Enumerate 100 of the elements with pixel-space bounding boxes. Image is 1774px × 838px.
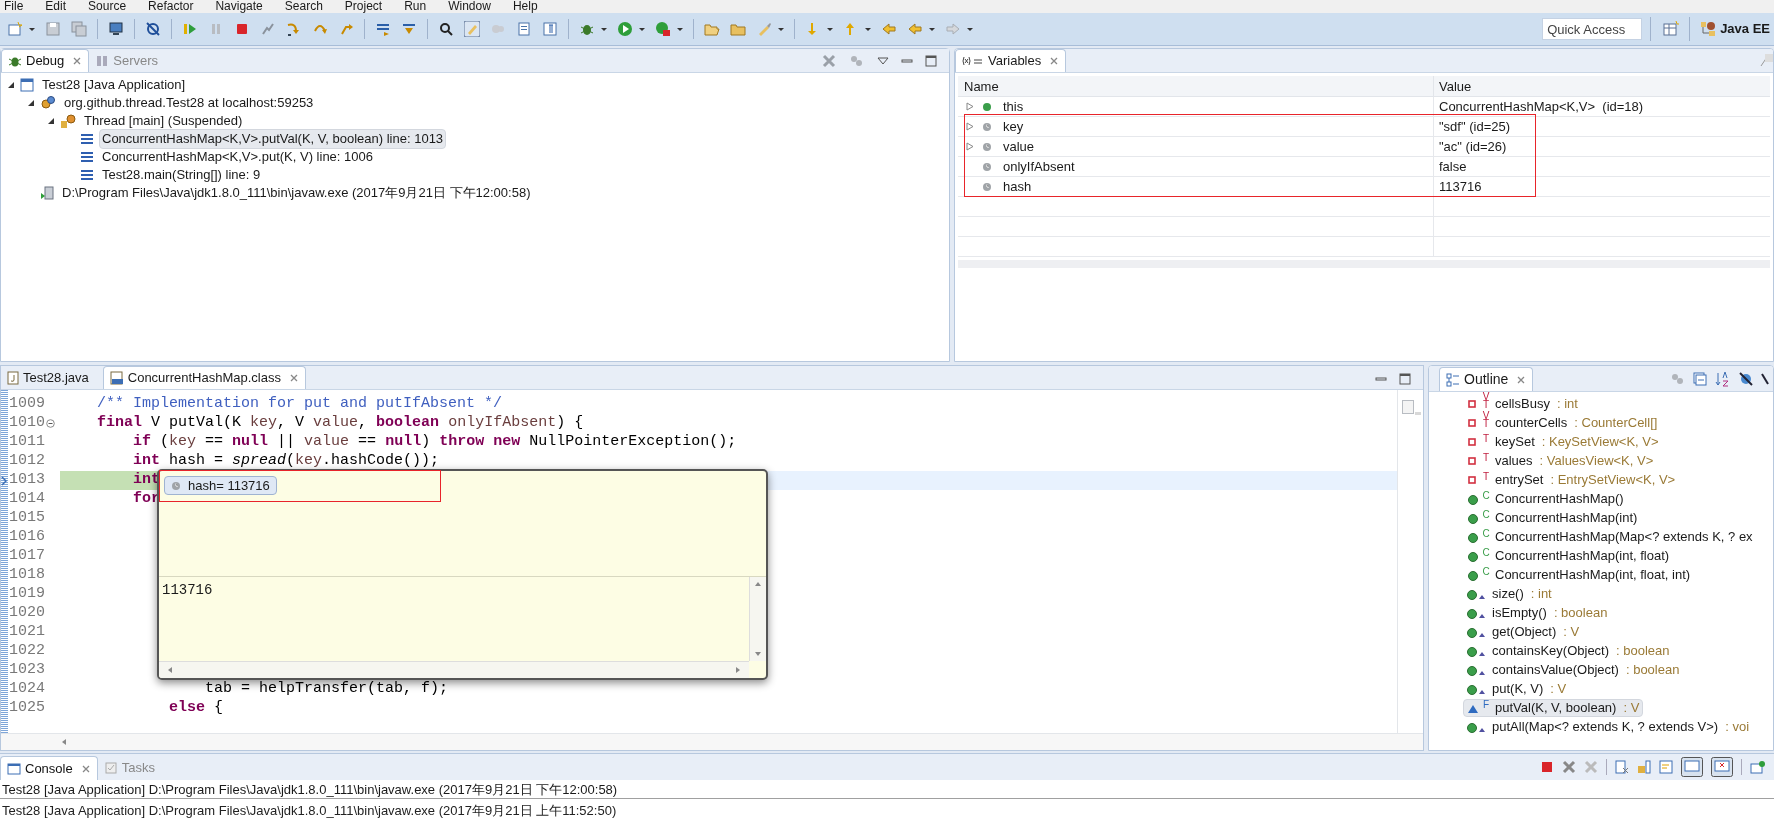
column-header[interactable]: Name [958,76,1434,96]
collapse-fold-icon[interactable] [46,419,55,428]
view-tab[interactable]: Outline [1439,367,1534,391]
save-icon[interactable] [45,21,61,37]
back-arrow-icon[interactable] [881,21,897,37]
view-menu-icon[interactable] [877,54,889,67]
scrollbar-thumb[interactable] [1402,400,1414,414]
menu-item[interactable]: Edit [45,0,67,13]
tree-item[interactable]: D:\Program Files\Java\jdk1.8.0_111\bin\javaw.exe (2017年9月21日 下午12:00:58) [59,183,534,203]
remove-all-icon[interactable] [821,52,837,69]
outline-item[interactable]: containsKey(Object) : boolean [1463,641,1674,660]
remove-icon[interactable] [1562,760,1576,774]
menu-item[interactable]: Run [404,0,427,13]
outline-item[interactable]: C ConcurrentHashMap(int, float) [1463,546,1674,565]
expanded-arrow-icon[interactable] [47,117,55,125]
document-icon[interactable] [516,21,532,37]
outline-item[interactable]: size() : int [1463,584,1556,603]
collapse-all-icon[interactable] [1693,372,1707,386]
outline-item[interactable]: C ConcurrentHashMap(int, float, int) [1463,565,1695,584]
outline-item[interactable]: C ConcurrentHashMap(Map<? extends K, ? ex [1463,527,1757,546]
save-all-icon[interactable] [71,21,87,37]
terminate-icon[interactable] [1540,760,1554,774]
outline-item[interactable]: T keySet : KeySetView<K, V> [1463,432,1663,451]
close-icon[interactable] [1516,374,1527,385]
scroll-right-icon[interactable] [735,666,741,674]
menu-item[interactable]: Search [284,0,323,13]
hide-fields-icon[interactable] [1739,372,1753,386]
menu-item[interactable]: Project [344,0,383,13]
pen-icon[interactable] [464,21,480,37]
back-arrow-icon[interactable] [907,21,923,37]
outline-item[interactable]: putAll(Map<? extends K, ? extends V>) : voi [1463,717,1754,736]
pin-console-icon[interactable] [1750,760,1766,774]
scroll-down-icon[interactable] [754,651,762,657]
maximize-icon[interactable] [925,54,937,67]
open-perspective-icon[interactable] [1663,21,1680,37]
hide-static-icon[interactable] [1761,372,1769,386]
scroll-lock-icon[interactable] [1637,760,1651,774]
frames-icon[interactable] [375,21,391,37]
threads-icon[interactable] [1671,372,1685,386]
menu-item[interactable]: Source [88,0,127,13]
editor-tab[interactable]: Test28.java [1,366,95,389]
scroll-left-icon[interactable] [61,738,67,746]
column-header[interactable]: Value [1434,76,1770,96]
outline-item[interactable]: put(K, V) : V [1463,679,1571,698]
editor-tab[interactable]: ConcurrentHashMap.class [102,366,306,389]
word-wrap-icon[interactable] [1659,760,1673,774]
expand-arrow-icon[interactable] [966,122,974,131]
maximize-icon[interactable] [1399,373,1411,385]
run-icon[interactable] [617,21,633,37]
outline-item[interactable]: get(Object) : V [1463,622,1584,641]
expand-arrow-icon[interactable] [966,142,974,151]
variable-item[interactable]: hash= 113716 [164,476,277,495]
show-on-error-icon[interactable] [1711,757,1733,777]
horizontal-scrollbar[interactable] [1,733,1423,750]
folder-icon[interactable] [730,21,746,37]
expand-arrow-icon[interactable] [966,102,974,111]
menu-item[interactable]: Navigate [215,0,263,13]
tree-item[interactable]: ConcurrentHashMap<K,V>.putVal(K, V, boolean) line: 1013 [99,129,447,149]
sort-icon[interactable] [1715,371,1731,387]
expanded-arrow-icon[interactable] [27,99,35,107]
close-icon[interactable] [72,56,83,66]
perspective-button[interactable]: Java EE [1696,16,1774,42]
menu-item[interactable]: Window [448,0,491,13]
skip-breakpoints-icon[interactable] [145,21,161,37]
tree-item[interactable]: Thread [main] (Suspended) [81,111,246,131]
view-tab[interactable]: Variables [955,49,1067,72]
scroll-left-icon[interactable] [167,666,173,674]
outline-item[interactable]: F putVal(K, V, boolean) : V [1463,698,1644,717]
open-folder-icon[interactable] [704,21,720,37]
scroll-up-icon[interactable] [754,581,762,587]
tree-item[interactable]: org.github.thread.Test28 at localhost:59253 [61,93,317,113]
menu-item[interactable]: File [4,0,24,13]
outline-item[interactable]: C ConcurrentHashMap() [1463,489,1628,508]
step-into-icon[interactable] [286,21,302,37]
show-on-output-icon[interactable] [1681,757,1703,777]
new-icon[interactable] [7,21,23,37]
run-tool-icon[interactable] [655,21,671,37]
view-tab[interactable]: Debug [1,49,90,72]
close-icon[interactable] [80,763,91,774]
close-icon[interactable] [288,373,299,383]
expanded-arrow-icon[interactable] [7,81,15,89]
outline-item[interactable]: T entrySet : EntrySetView<K, V> [1463,470,1680,489]
vertical-scrollbar[interactable] [749,577,766,661]
view-tab[interactable]: Console [0,756,98,780]
step-return-icon[interactable] [338,21,354,37]
stop-icon[interactable] [234,21,250,37]
resume-icon[interactable] [182,21,198,37]
tree-item[interactable]: Test28.main(String[]) line: 9 [99,165,264,185]
horizontal-scrollbar[interactable] [159,661,749,678]
outline-item[interactable]: isEmpty() : boolean [1463,603,1612,622]
outline-item[interactable]: C ConcurrentHashMap(int) [1463,508,1642,527]
menu-item[interactable]: Refactor [148,0,194,13]
quick-access-field[interactable]: Quick Access [1542,18,1643,40]
outline-item[interactable]: containsValue(Object) : boolean [1463,660,1684,679]
search-icon[interactable] [438,21,454,37]
close-icon[interactable] [1049,56,1060,66]
tree-item[interactable]: Test28 [Java Application] [39,75,189,95]
outline-item[interactable]: T values : ValuesView<K, V> [1463,451,1658,470]
clear-console-icon[interactable] [1615,760,1629,774]
tree-item[interactable]: ConcurrentHashMap<K,V>.put(K, V) line: 1006 [99,147,376,167]
